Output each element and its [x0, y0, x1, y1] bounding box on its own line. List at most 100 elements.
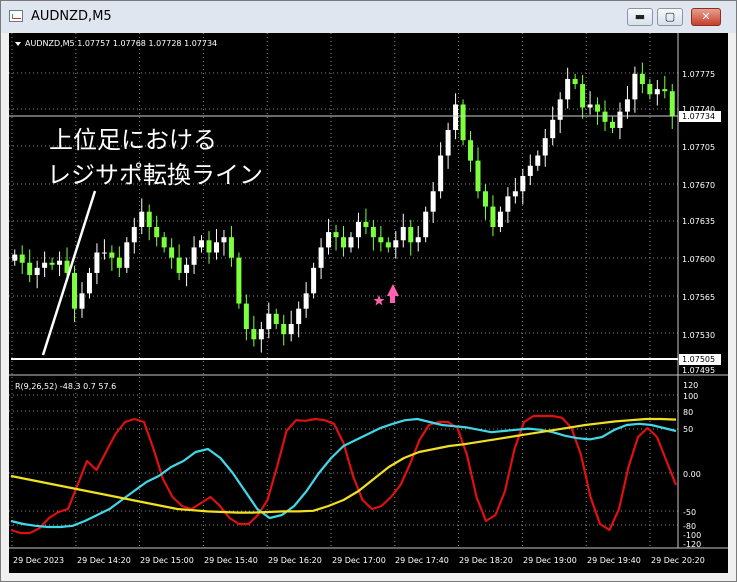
candle-body	[124, 242, 130, 268]
candle-body	[27, 262, 33, 275]
candle-body	[609, 121, 615, 128]
candle-body	[512, 191, 518, 197]
time-tick: 29 Dec 19:00	[523, 556, 577, 565]
grid-layer	[9, 33, 678, 548]
candle-body	[213, 242, 219, 253]
candle-body	[57, 260, 63, 265]
candle-body	[400, 226, 406, 241]
chart-canvas[interactable]: AUDNZD,M5 1.07757 1.07768 1.07728 1.0773…	[9, 33, 728, 573]
time-tick: 29 Dec 19:40	[587, 556, 641, 565]
candle-body	[535, 155, 541, 166]
candle-body	[430, 191, 436, 212]
candle-body	[602, 111, 608, 122]
time-tick: 29 Dec 15:40	[204, 556, 258, 565]
candle-body	[12, 254, 18, 261]
candle-body	[273, 313, 279, 324]
time-tick: 29 Dec 17:40	[395, 556, 449, 565]
candle-body	[169, 247, 175, 258]
candle-body	[341, 237, 346, 248]
candle-body	[146, 211, 152, 227]
time-tick: 29 Dec 18:20	[459, 556, 513, 565]
candle-body	[542, 138, 548, 156]
candle-body	[654, 89, 660, 95]
candle-body	[258, 329, 264, 340]
candle-body	[505, 196, 511, 212]
time-tick: 29 Dec 20:20	[651, 556, 705, 565]
candle-body	[318, 247, 324, 268]
candle-body	[34, 267, 40, 275]
price-tick: 1.07565	[682, 293, 715, 302]
close-button[interactable]: ✕	[691, 8, 721, 26]
candle-body	[49, 262, 55, 265]
candle-body	[445, 129, 451, 156]
candle-body	[296, 308, 302, 324]
candle-body	[154, 226, 160, 238]
time-tick: 29 Dec 17:00	[332, 556, 386, 565]
maximize-button[interactable]: ▢	[657, 8, 683, 26]
title-bar[interactable]: AUDNZD,M5 ▬ ▢ ✕	[1, 1, 736, 33]
candle-body	[355, 221, 361, 238]
candle-body	[617, 111, 623, 128]
app-window: AUDNZD,M5 ▬ ▢ ✕ AUDNZD,M5 1.07757 1.0776…	[0, 0, 737, 582]
candle-body	[348, 237, 354, 248]
candle-body	[572, 78, 578, 85]
candle-body	[393, 240, 399, 248]
candle-body	[266, 313, 272, 330]
indicator-tick: -50	[683, 508, 696, 517]
indicator-header: R(9,26,52) -48.3 0.7 57.6	[15, 382, 116, 391]
candle-body	[281, 323, 287, 335]
candle-body	[109, 252, 115, 258]
candle-body	[580, 84, 586, 108]
annotation-line1: 上位足における	[49, 126, 217, 154]
price-tick: 1.07530	[682, 331, 715, 340]
price-tick: 1.07705	[682, 143, 715, 152]
candle-layer	[12, 62, 675, 353]
candle-body	[587, 104, 593, 108]
candle-body	[527, 165, 533, 176]
candle-body	[408, 226, 414, 243]
chart-area[interactable]: AUDNZD,M5 1.07757 1.07768 1.07728 1.0773…	[9, 33, 728, 573]
indicator-tick: 80	[683, 408, 693, 417]
candle-body	[520, 175, 526, 192]
candle-body	[438, 155, 444, 192]
candle-body	[632, 73, 638, 100]
candle-body	[94, 252, 100, 273]
rsi-long-line	[10, 417, 677, 514]
candle-body	[326, 232, 332, 248]
candle-body	[378, 237, 384, 243]
indicator-tick: -120	[683, 540, 701, 549]
level-price-label: 1.07505	[682, 355, 715, 364]
candle-body	[288, 323, 294, 335]
current-price-label: 1.07734	[682, 112, 715, 121]
candle-body	[251, 329, 257, 340]
candle-body	[363, 221, 369, 227]
indicator-tick: -80	[683, 522, 696, 531]
candle-body	[161, 237, 167, 248]
candle-body	[490, 206, 496, 227]
candle-body	[184, 264, 190, 273]
candle-body	[468, 140, 474, 161]
candle-body	[221, 237, 227, 243]
signal-arrow-icon	[373, 284, 399, 306]
price-tick: 1.07600	[682, 255, 715, 264]
time-tick: 29 Dec 14:20	[77, 556, 131, 565]
candle-body	[415, 237, 421, 243]
candle-body	[176, 257, 182, 273]
minimize-button[interactable]: ▬	[627, 8, 653, 26]
candle-body	[669, 91, 675, 116]
candle-body	[565, 78, 571, 100]
candle-body	[191, 247, 197, 265]
candle-body	[475, 160, 481, 192]
indicator-tick: 120	[683, 381, 698, 390]
price-tick: 1.07495	[682, 366, 715, 375]
candle-body	[206, 240, 212, 253]
time-tick: 29 Dec 16:20	[268, 556, 322, 565]
candle-body	[662, 89, 668, 92]
main-chart-header: AUDNZD,M5 1.07757 1.07768 1.07728 1.0773…	[25, 39, 217, 48]
candle-body	[311, 267, 317, 294]
candle-body	[116, 257, 122, 268]
candle-body	[131, 226, 137, 243]
candle-body	[453, 104, 459, 130]
indicator-tick: 50	[683, 425, 693, 434]
candle-body	[42, 262, 48, 268]
